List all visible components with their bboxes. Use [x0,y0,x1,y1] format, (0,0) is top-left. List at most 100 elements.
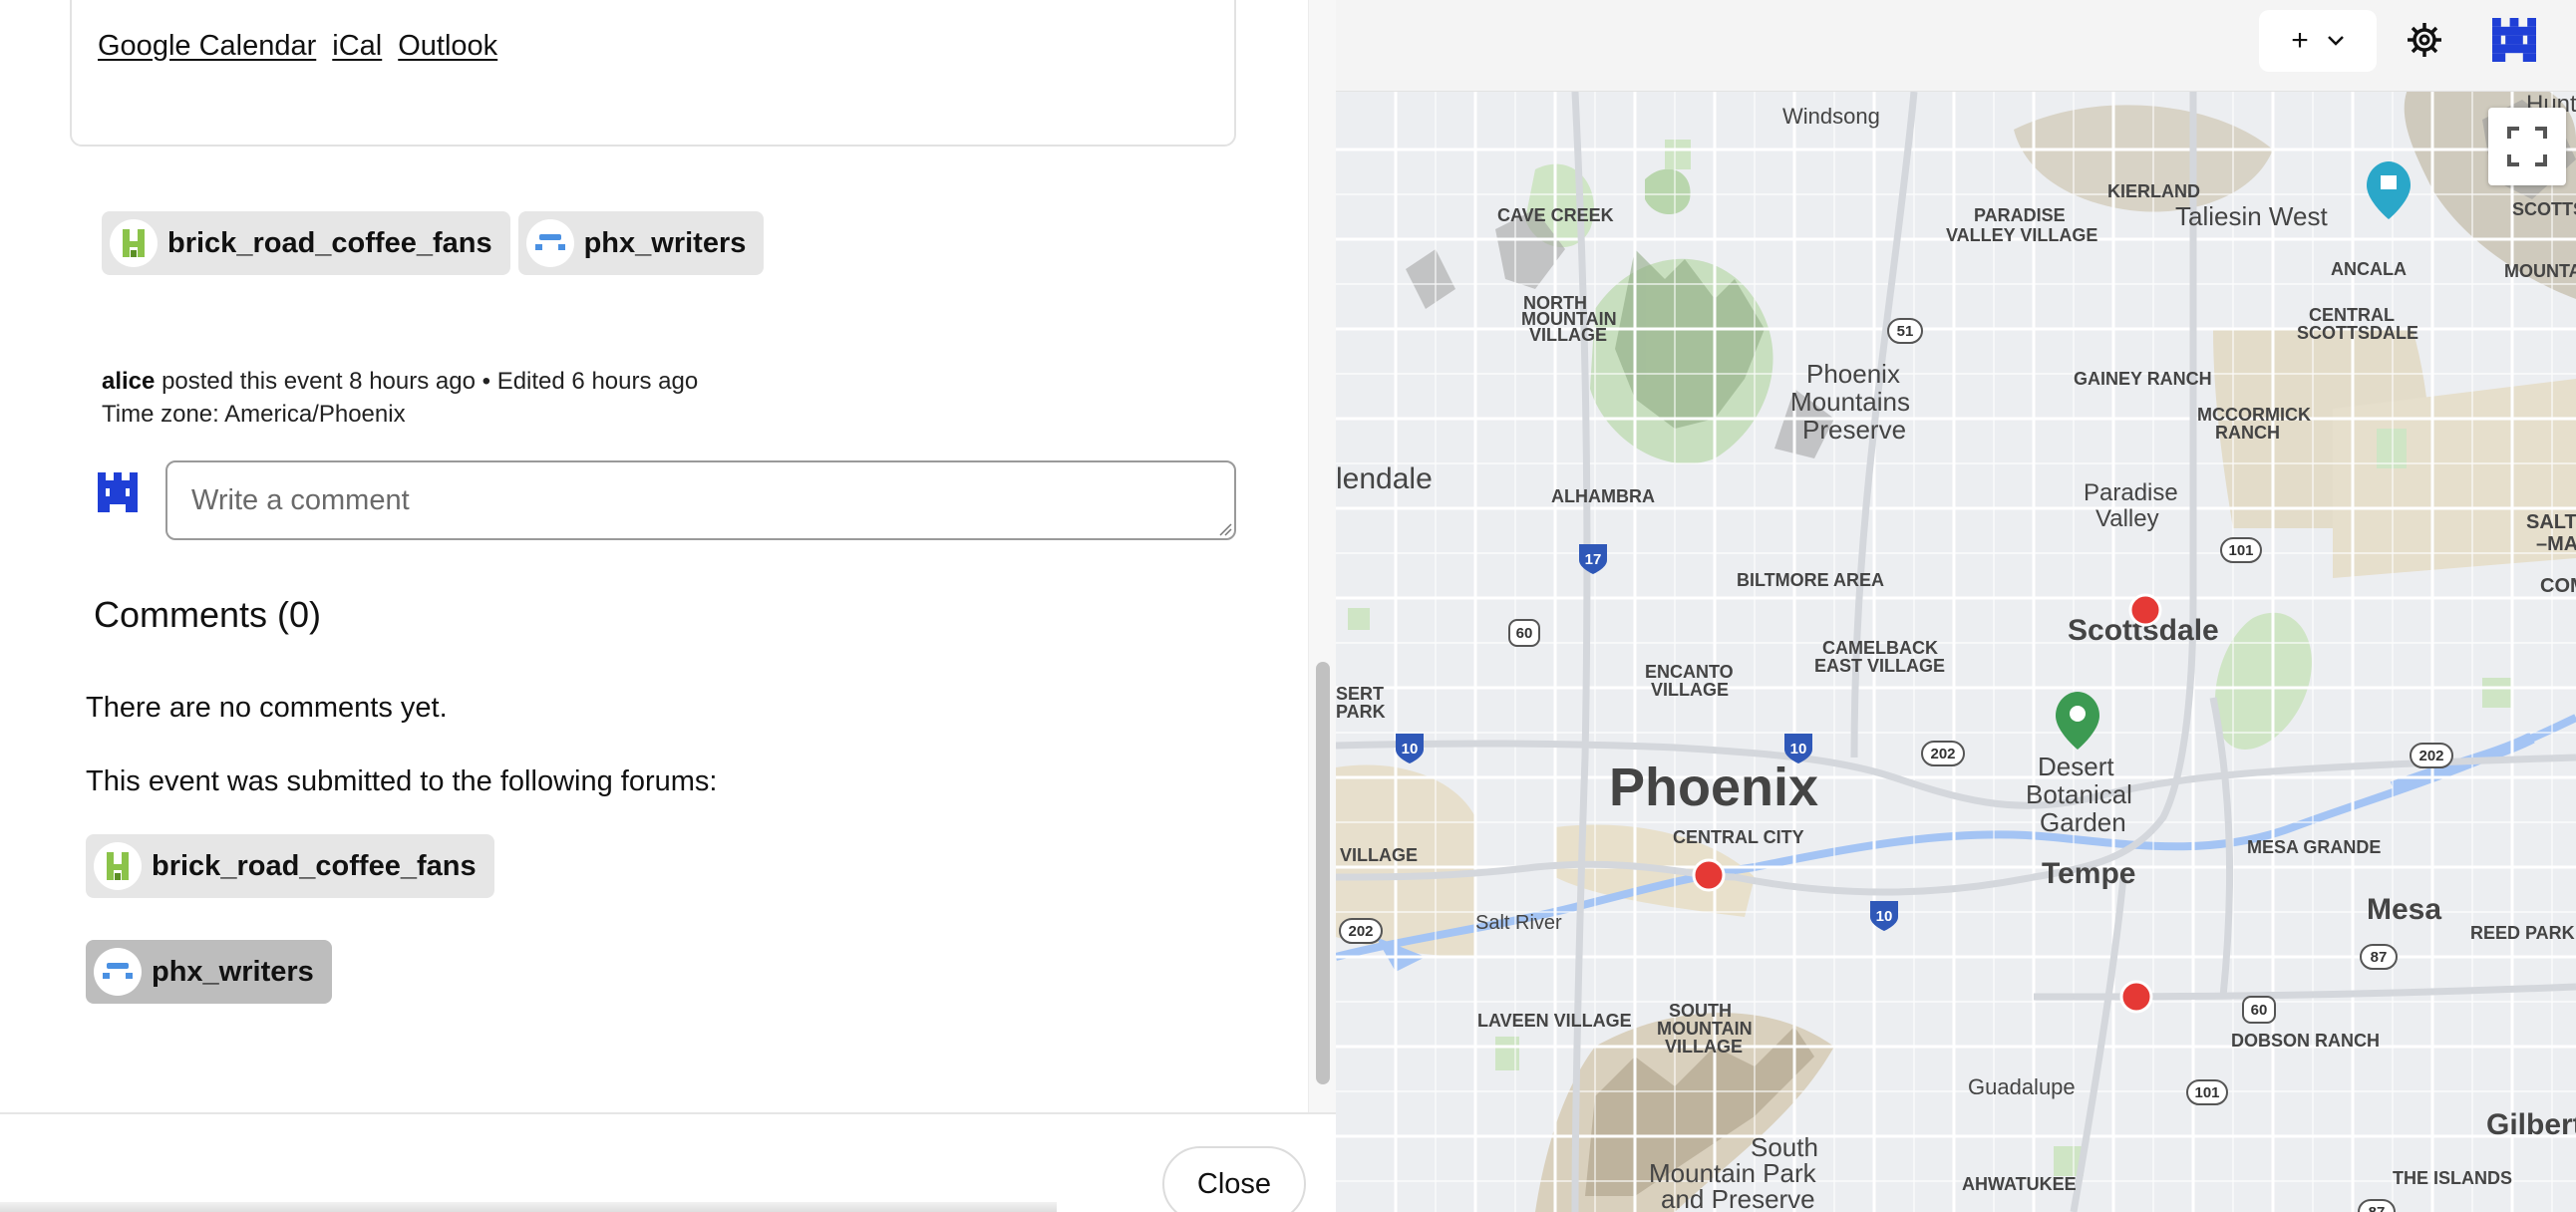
state-route-shield: 101 [2186,1079,2228,1105]
panel-footer [0,1112,1336,1212]
svg-text:87: 87 [2371,949,2388,966]
map-label: RANCH [2215,423,2280,443]
map-label: Windsong [1782,104,1880,129]
svg-text:101: 101 [2194,1084,2219,1101]
map-label: THE ISLANDS [2393,1168,2512,1188]
user-avatar-icon[interactable] [2492,18,2536,62]
event-marker [2119,980,2153,1014]
bottom-edge [0,1202,1057,1212]
state-route-shield: 87 [2358,1199,2396,1212]
map-label: Mountains [1790,387,1910,417]
map-label: VALLEY VILLAGE [1946,225,2097,245]
state-route-shield: 202 [1339,918,1383,944]
us-route-shield: 60 [2242,996,2276,1024]
forum-chip-label: phx_writers [583,226,747,259]
map-label: VILLAGE [1651,680,1729,700]
bar-chart-icon [110,219,158,267]
forum-chip-label: phx_writers [152,955,314,988]
forums-intro-text: This event was submitted to the followin… [86,765,718,797]
timezone-text: Time zone: America/Phoenix [102,401,406,428]
map-label: Phoenix [1806,359,1900,389]
map-label: REED PARK [2470,923,2575,943]
fullscreen-icon [2507,127,2547,166]
svg-text:60: 60 [1516,625,1533,642]
calendar-links: Google Calendar iCal Outlook [98,30,497,63]
chevron-down-icon [2327,36,2344,46]
map-label: COM [2540,575,2576,597]
top-bar: + [1336,0,2576,92]
state-route-shield: 51 [1887,318,1923,344]
map-label: Taliesin West [2175,201,2328,231]
map-label: CAVE CREEK [1497,205,1614,225]
map-label: Gilbert [2486,1108,2576,1141]
close-button[interactable]: Close [1162,1146,1306,1212]
map-label: CENTRAL CITY [1673,827,1804,847]
submitted-forum-brick-road[interactable]: brick_road_coffee_fans [86,834,494,898]
map-label: VILLAGE [1529,325,1607,345]
map-label: BILTMORE AREA [1737,570,1884,590]
event-marker [2128,593,2162,627]
forum-chip-brick-road[interactable]: brick_road_coffee_fans [102,211,510,275]
map-label: SOUTH [1669,1001,1732,1021]
writers-logo-icon [525,219,574,267]
map-label: Guadalupe [1968,1074,2076,1099]
posted-text: posted this event 8 hours ago [161,368,476,395]
comments-heading: Comments (0) [94,594,322,635]
map-label: SCOTTSDALE [2297,323,2418,343]
map-label: Valley [2095,505,2159,532]
resize-grip-icon[interactable] [1218,522,1232,536]
state-route-shield: 202 [2410,743,2453,768]
forum-chip-phx-writers[interactable]: phx_writers [517,211,765,275]
map-label: EAST VILLAGE [1814,656,1945,676]
map-label: PARK [1336,702,1386,722]
map-label: SALT R [2526,511,2576,533]
map-label: GAINEY RANCH [2074,369,2212,389]
map-label: VILLAGE [1340,845,1418,865]
map-label: ANCALA [2331,259,2407,279]
map-label: MESA GRANDE [2247,837,2381,857]
map-label: LAVEEN VILLAGE [1477,1011,1632,1031]
map-label: ALHAMBRA [1551,486,1655,506]
map-label: AHWATUKEE [1962,1174,2077,1194]
svg-text:101: 101 [2228,542,2253,559]
map-label: VILLAGE [1665,1037,1743,1057]
map-label: Salt River [1475,912,1562,934]
add-menu-button[interactable]: + [2259,10,2377,72]
event-marker [1692,858,1726,892]
scrollbar-thumb[interactable] [1316,662,1330,1084]
forum-chip-label: brick_road_coffee_fans [152,849,477,882]
svg-text:17: 17 [1585,551,1602,568]
comment-input[interactable] [165,460,1236,540]
svg-text:10: 10 [1402,741,1419,758]
no-comments-text: There are no comments yet. [86,692,448,724]
author-name[interactable]: alice [102,368,155,395]
submitted-forum-phx-writers[interactable]: phx_writers [86,940,332,1004]
state-route-shield: 101 [2220,537,2262,563]
fullscreen-button[interactable] [2488,108,2566,185]
add-to-calendar-card [70,0,1236,147]
map-canvas[interactable]: Windsong Huntin Taliesin West CAVE CREEK… [1336,0,2576,1212]
ical-link[interactable]: iCal [332,30,382,63]
writers-logo-icon [94,948,142,996]
map-label: Desert [2038,752,2114,781]
user-avatar-icon [98,472,138,512]
map-label: CENTRAL [2309,305,2395,325]
map-label: Preserve [1802,415,1906,445]
map-label: DOBSON RANCH [2231,1031,2380,1051]
map-label: CAMELBACK [1822,638,1938,658]
google-calendar-link[interactable]: Google Calendar [98,30,316,63]
map-label: Mesa [2367,893,2441,926]
map-label: Paradise [2084,479,2178,506]
svg-text:60: 60 [2251,1002,2268,1019]
map-label: lendale [1336,462,1433,495]
event-detail-panel: Google Calendar iCal Outlook brick_road_… [0,0,1336,1212]
outlook-link[interactable]: Outlook [398,30,497,63]
state-route-shield: 87 [2360,944,2398,970]
forum-chip-label: brick_road_coffee_fans [167,226,492,259]
gear-icon[interactable] [2405,20,2444,60]
svg-text:10: 10 [1790,741,1807,758]
map-label: Phoenix [1609,758,1818,817]
map-label: KIERLAND [2107,181,2200,201]
us-route-shield: 60 [1508,619,1540,647]
map-label: ENCANTO [1645,662,1734,682]
